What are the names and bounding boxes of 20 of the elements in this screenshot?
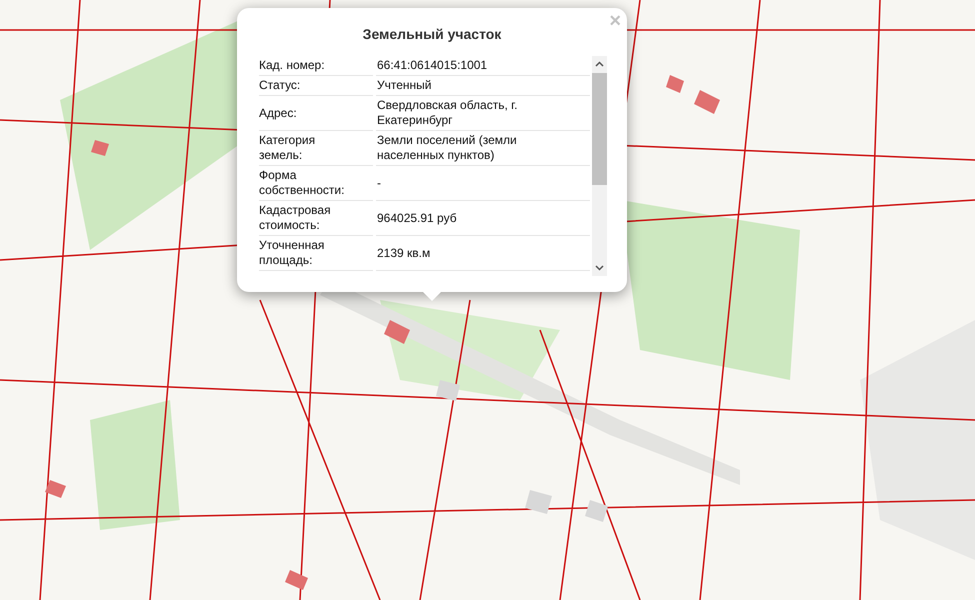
field-label: Уточненная площадь:	[259, 238, 326, 268]
scroll-down-icon[interactable]	[595, 265, 604, 271]
field-value: 66:41:0614015:1001	[377, 58, 488, 73]
field-value: 2139 кв.м	[377, 246, 430, 260]
field-label: Адрес:	[259, 106, 297, 120]
scrollbar[interactable]	[592, 56, 607, 276]
close-button[interactable]: ×	[609, 10, 621, 32]
field-label: Статус:	[259, 78, 300, 93]
field-label: Кад. номер:	[259, 58, 325, 73]
field-value: 964025.91 руб	[377, 210, 457, 226]
field-label: Кадастровая стоимость:	[259, 203, 332, 233]
field-value: Свердловская область, г. Екатеринбург	[377, 98, 518, 128]
field-value: -	[377, 176, 381, 190]
popup-title: Земельный участок	[362, 25, 502, 44]
field-value: Учтенный	[377, 78, 432, 93]
field-value: Земли поселений (земли населенных пунктов)	[377, 133, 518, 163]
scroll-thumb[interactable]	[592, 73, 607, 185]
field-label: Форма собственности:	[259, 168, 346, 198]
scroll-up-icon[interactable]	[595, 61, 604, 67]
field-label: Категория земель:	[259, 133, 316, 163]
